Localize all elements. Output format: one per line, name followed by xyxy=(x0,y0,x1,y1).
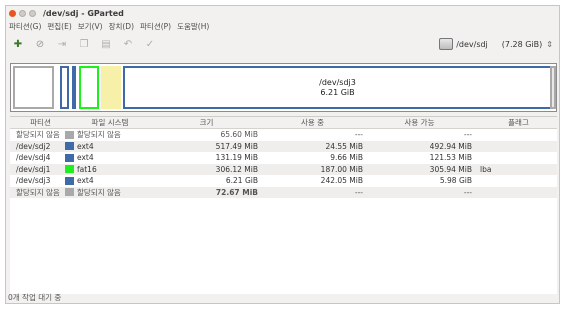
used-cell: 9.66 MiB xyxy=(330,153,363,163)
column-header-size[interactable]: 크기 xyxy=(155,117,262,128)
size-cell: 6.21 GiB xyxy=(225,176,258,186)
filesystem-color-swatch xyxy=(65,153,74,162)
status-bar: 0개 작업 대기 중 xyxy=(8,293,62,302)
partition-table: 파티션 파일 시스템 크기 사용 중 사용 가능 플래그 할당되지 않음 할당되지… xyxy=(10,116,557,294)
filesystem-color-swatch xyxy=(65,165,74,174)
table-body: 할당되지 않음 할당되지 않음 65.60 MiB --- ---/dev/sdj2 ex… xyxy=(10,129,557,198)
menu-gparted[interactable]: 파티션(G) xyxy=(9,21,41,32)
filesystem-label: 할당되지 않음 xyxy=(77,187,121,197)
menu-edit[interactable]: 편집(E) xyxy=(47,21,71,32)
table-row[interactable]: 할당되지 않음 할당되지 않음 65.60 MiB --- --- xyxy=(10,129,557,141)
partition-segment-sdj1[interactable] xyxy=(79,66,99,109)
partition-cell: 할당되지 않음 xyxy=(16,187,60,197)
free-cell: 5.98 GiB xyxy=(439,176,472,186)
device-selector[interactable]: /dev/sdj (7.28 GiB) ⇕ xyxy=(439,36,553,52)
table-row[interactable]: /dev/sdj2 ext4 517.49 MiB 24.55 MiB 492.94 M… xyxy=(10,140,557,152)
used-cell: --- xyxy=(354,130,363,140)
window-title: /dev/sdj - GParted xyxy=(43,8,124,18)
free-cell: --- xyxy=(463,130,472,140)
used-cell: 187.00 MiB xyxy=(320,164,363,174)
size-cell: 65.60 MiB xyxy=(220,130,258,140)
menu-partition[interactable]: 파티션(P) xyxy=(140,21,171,32)
flags-cell: lba xyxy=(480,164,492,174)
copy-icon[interactable]: ❐ xyxy=(77,37,91,51)
filesystem-label: fat16 xyxy=(77,164,97,174)
table-header: 파티션 파일 시스템 크기 사용 중 사용 가능 플래그 xyxy=(10,117,557,129)
hard-disk-icon xyxy=(439,38,454,50)
used-cell: --- xyxy=(354,187,363,197)
column-header-filesystem[interactable]: 파일 시스템 xyxy=(65,117,155,128)
title-bar: /dev/sdj - GParted xyxy=(6,6,559,20)
filesystem-cell: fat16 xyxy=(65,165,155,174)
free-cell: --- xyxy=(463,187,472,197)
table-row[interactable]: /dev/sdj1 fat16 306.12 MiB 187.00 MiB 305.94… xyxy=(10,163,557,175)
partition-cell: /dev/sdj4 xyxy=(16,153,51,163)
check-icon[interactable]: ✓ xyxy=(143,37,157,51)
resize-icon[interactable]: ⇥ xyxy=(55,37,69,51)
partition-visual-bar: /dev/sdj3 6.21 GiB xyxy=(10,63,557,112)
menu-bar: 파티션(G) 편집(E) 보기(V) 장치(D) 파티션(P) 도움말(H) xyxy=(6,20,559,33)
menu-device[interactable]: 장치(D) xyxy=(109,21,134,32)
partition-segment-highlight[interactable] xyxy=(101,66,121,109)
column-header-flags[interactable]: 플래그 xyxy=(476,117,557,128)
table-row[interactable]: /dev/sdj3 ext4 6.21 GiB 242.05 MiB 5.98 GiB xyxy=(10,175,557,187)
filesystem-color-swatch xyxy=(65,142,74,151)
partition-cell: /dev/sdj3 xyxy=(16,176,51,186)
menu-view[interactable]: 보기(V) xyxy=(78,21,103,32)
size-cell: 517.49 MiB xyxy=(215,141,258,151)
free-cell: 305.94 MiB xyxy=(429,164,472,174)
device-size: (7.28 GiB) xyxy=(501,39,543,49)
filesystem-label: ext4 xyxy=(77,141,94,151)
free-cell: 121.53 MiB xyxy=(429,153,472,163)
toolbar: ✚ ⊘ ⇥ ❐ ▤ ↶ ✓ /dev/sdj (7.28 GiB) ⇕ xyxy=(6,33,559,55)
size-cell: 306.12 MiB xyxy=(215,164,258,174)
gparted-window: /dev/sdj - GParted 파티션(G) 편집(E) 보기(V) 장치… xyxy=(5,5,560,304)
size-cell: 72.67 MiB xyxy=(215,187,258,197)
segment-label-name: /dev/sdj3 xyxy=(319,77,356,87)
filesystem-label: ext4 xyxy=(77,153,94,163)
filesystem-color-swatch xyxy=(65,188,74,197)
new-icon[interactable]: ✚ xyxy=(11,37,25,51)
partition-segment-sdj3[interactable]: /dev/sdj3 6.21 GiB xyxy=(123,66,550,109)
filesystem-color-swatch xyxy=(65,176,74,185)
filesystem-label: ext4 xyxy=(77,176,94,186)
column-header-used[interactable]: 사용 중 xyxy=(262,117,367,128)
table-row[interactable]: /dev/sdj4 ext4 131.19 MiB 9.66 MiB 121.53 Mi… xyxy=(10,152,557,164)
partition-cell: /dev/sdj2 xyxy=(16,141,51,151)
minimize-window-button[interactable] xyxy=(19,9,26,17)
partition-segment-unallocated[interactable] xyxy=(13,66,54,109)
partition-segment-sdj4[interactable] xyxy=(72,66,76,109)
device-name: /dev/sdj xyxy=(456,39,488,49)
filesystem-cell: ext4 xyxy=(65,142,155,151)
partition-cell: /dev/sdj1 xyxy=(16,164,51,174)
table-row[interactable]: 할당되지 않음 할당되지 않음 72.67 MiB --- --- xyxy=(10,186,557,198)
menu-help[interactable]: 도움말(H) xyxy=(177,21,209,32)
used-cell: 24.55 MiB xyxy=(325,141,363,151)
no-entry-icon[interactable]: ⊘ xyxy=(33,37,47,51)
partition-segment-sdj2[interactable] xyxy=(60,66,69,109)
column-header-partition[interactable]: 파티션 xyxy=(10,117,65,128)
undo-icon[interactable]: ↶ xyxy=(121,37,135,51)
maximize-window-button[interactable] xyxy=(29,9,36,17)
spinner-arrows-icon[interactable]: ⇕ xyxy=(546,40,553,49)
partition-cell: 할당되지 않음 xyxy=(16,130,60,140)
segment-label-size: 6.21 GiB xyxy=(320,87,355,97)
partition-segment-unallocated-tail[interactable] xyxy=(550,66,556,109)
used-cell: 242.05 MiB xyxy=(320,176,363,186)
filesystem-cell: ext4 xyxy=(65,153,155,162)
filesystem-cell: ext4 xyxy=(65,176,155,185)
filesystem-label: 할당되지 않음 xyxy=(77,130,121,140)
filesystem-cell: 할당되지 않음 xyxy=(65,129,155,140)
size-cell: 131.19 MiB xyxy=(215,153,258,163)
free-cell: 492.94 MiB xyxy=(429,141,472,151)
column-header-free[interactable]: 사용 가능 xyxy=(367,117,476,128)
close-window-button[interactable] xyxy=(9,9,16,17)
filesystem-color-swatch xyxy=(65,130,74,139)
filesystem-cell: 할당되지 않음 xyxy=(65,187,155,198)
paste-icon[interactable]: ▤ xyxy=(99,37,113,51)
